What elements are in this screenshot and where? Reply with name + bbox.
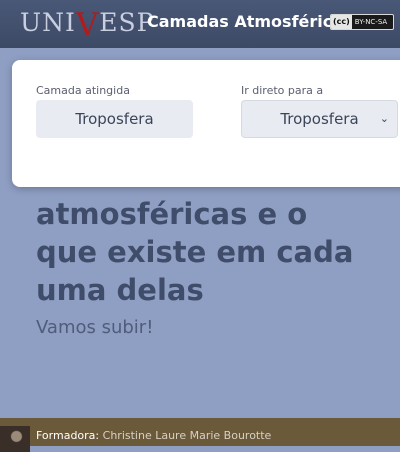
ir-direto-selected-value: Troposfera <box>280 110 359 128</box>
app-title: Camadas Atmosféricas <box>147 12 353 31</box>
hero-title-line: atmosféricas e o <box>36 197 308 231</box>
footer-bar: Formadora: Christine Laure Marie Bourott… <box>0 418 400 452</box>
hero-title-line: uma delas <box>36 273 204 307</box>
avatar <box>0 426 30 452</box>
footer-role: Formadora: <box>36 429 100 442</box>
univesp-logo[interactable]: UNIVESP <box>20 3 154 43</box>
cc-license-badge[interactable]: (cc) BY-NC-SA <box>330 14 394 30</box>
cc-icon: (cc) <box>331 15 352 29</box>
footer-credit: Formadora: Christine Laure Marie Bourott… <box>36 429 271 442</box>
camada-atingida-label: Camada atingida <box>36 84 130 97</box>
logo-left-text: UNI <box>20 8 76 37</box>
chevron-down-icon: ⌄ <box>379 112 389 125</box>
navigation-panel: Camada atingida Troposfera Ir direto par… <box>12 60 400 187</box>
hero-title-line: que existe em cada <box>36 235 354 269</box>
app-header: UNIVESP Camadas Atmosféricas (cc) BY-NC-… <box>0 0 400 48</box>
hero-title: atmosféricas e o que existe em cada uma … <box>36 195 376 309</box>
hero-section: atmosféricas e o que existe em cada uma … <box>36 195 376 338</box>
camada-atingida-value: Troposfera <box>36 100 193 138</box>
hero-subtitle: Vamos subir! <box>36 317 154 338</box>
license-text: BY-NC-SA <box>354 18 388 26</box>
ir-direto-select[interactable]: Troposfera ⌄ <box>241 100 398 138</box>
ir-direto-label: Ir direto para a <box>241 84 324 97</box>
logo-v-letter: V <box>75 7 100 43</box>
footer-name: Christine Laure Marie Bourotte <box>102 429 272 442</box>
